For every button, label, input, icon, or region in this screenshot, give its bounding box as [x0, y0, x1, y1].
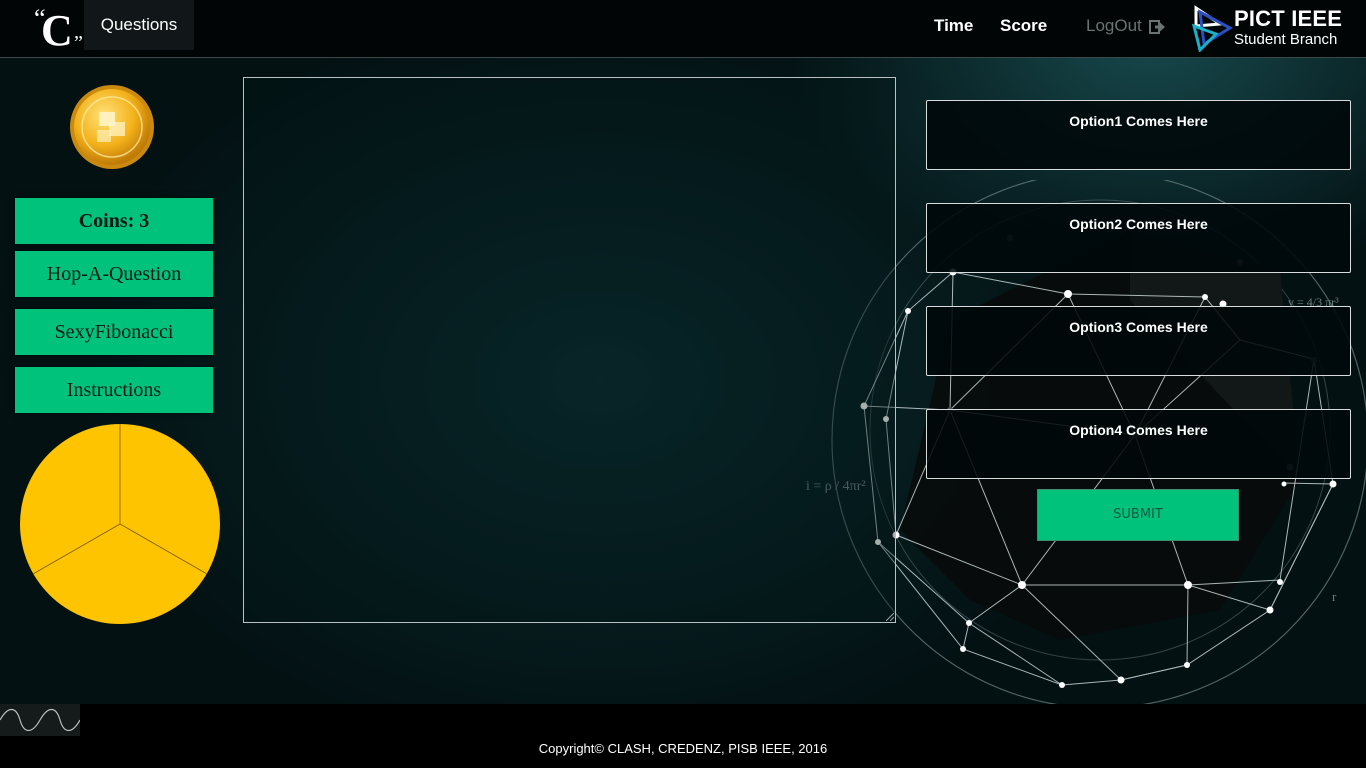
- gold-coin-icon: [70, 85, 154, 169]
- option-1-label: Option1 Comes Here: [1069, 113, 1208, 129]
- resize-grip-icon[interactable]: [886, 613, 894, 621]
- nav-time: Time: [934, 16, 974, 35]
- radius-label: r: [1332, 589, 1337, 604]
- question-textarea[interactable]: [243, 77, 896, 623]
- option-4-button[interactable]: Option4 Comes Here: [926, 409, 1351, 479]
- logout-icon: [1148, 19, 1165, 34]
- submit-button[interactable]: SUBMIT: [1037, 489, 1239, 541]
- logo-quote-close: ”: [74, 32, 83, 54]
- footer: Copyright© CLASH, CREDENZ, PISB IEEE, 20…: [0, 704, 1366, 768]
- option-2-button[interactable]: Option2 Comes Here: [926, 203, 1351, 273]
- top-navbar: “ C ” Questions Time Score LogOut PICT I…: [0, 0, 1366, 58]
- sexy-fibonacci-button[interactable]: SexyFibonacci: [15, 309, 213, 355]
- instructions-button[interactable]: Instructions: [15, 367, 213, 413]
- pict-ieee-logo-icon: [1191, 5, 1234, 52]
- option-4-label: Option4 Comes Here: [1069, 422, 1208, 438]
- coins-counter: Coins: 3: [15, 198, 213, 244]
- sine-wave-icon: [0, 704, 80, 736]
- logout-link[interactable]: LogOut: [1086, 16, 1165, 36]
- hop-a-question-button[interactable]: Hop-A-Question: [15, 251, 213, 297]
- branch-subtitle: Student Branch: [1234, 31, 1338, 48]
- option-1-button[interactable]: Option1 Comes Here: [926, 100, 1351, 170]
- logo-letter: C: [41, 6, 73, 55]
- clash-logo[interactable]: “ C ”: [34, 4, 84, 55]
- branch-title: PICT IEEE: [1234, 6, 1343, 31]
- logout-label: LogOut: [1086, 16, 1142, 35]
- lifeline-pie-chart: [20, 424, 220, 624]
- copyright-text: Copyright© CLASH, CREDENZ, PISB IEEE, 20…: [538, 741, 828, 756]
- nav-score: Score: [1000, 16, 1048, 35]
- option-2-label: Option2 Comes Here: [1069, 216, 1208, 232]
- option-3-button[interactable]: Option3 Comes Here: [926, 306, 1351, 376]
- nav-questions-link[interactable]: Questions: [84, 0, 194, 50]
- option-3-label: Option3 Comes Here: [1069, 319, 1208, 335]
